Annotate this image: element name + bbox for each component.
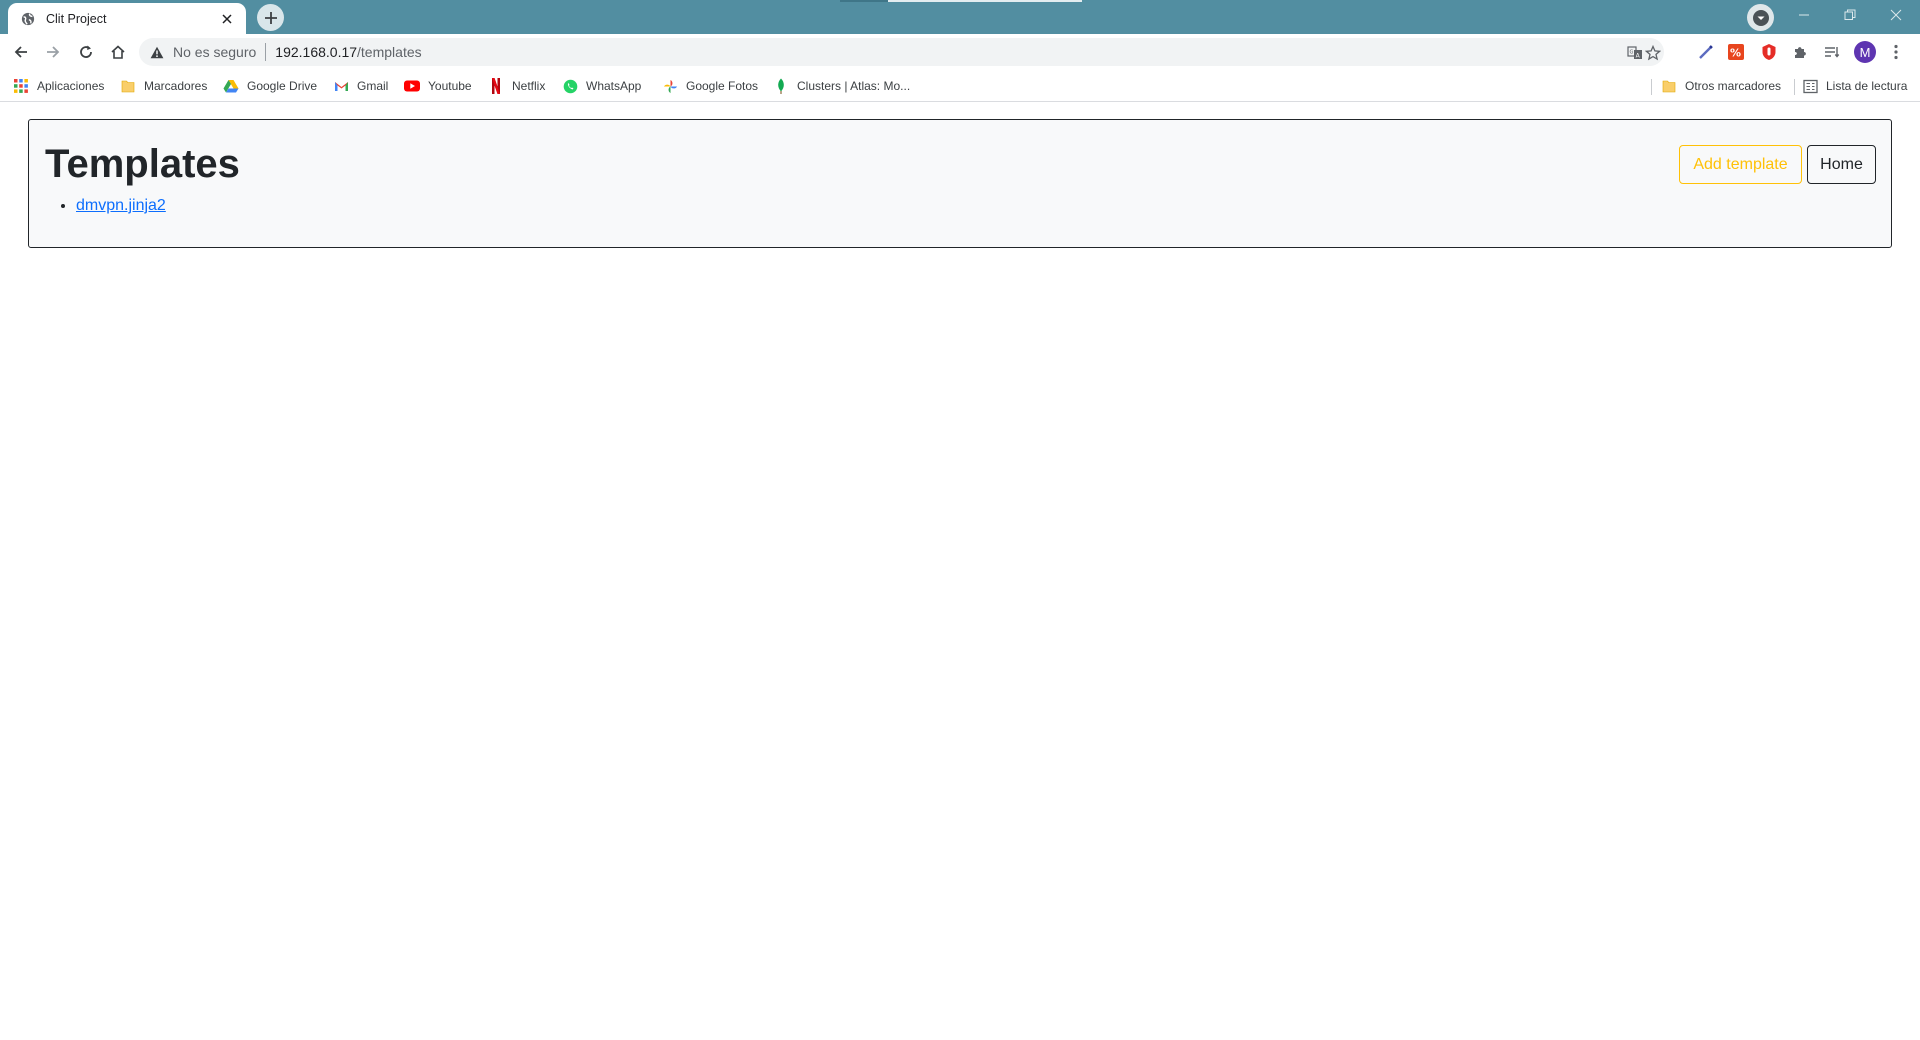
folder-icon [1661,78,1677,94]
minimize-button[interactable] [1781,0,1827,30]
forward-button[interactable] [38,37,68,67]
address-bar[interactable]: No es seguro 192.168.0.17/templates AG [139,38,1664,66]
bookmark-label: Gmail [357,79,389,93]
adblock-extension-icon[interactable] [1757,40,1781,64]
pen-extension-icon[interactable] [1694,40,1718,64]
warning-triangle-icon [150,46,164,58]
bookmark-google-drive[interactable]: Google Drive [223,75,317,97]
back-button[interactable] [6,37,36,67]
reading-list-icon [1802,78,1818,94]
bookmark-google-fotos[interactable]: Google Fotos [662,75,758,97]
mongodb-leaf-icon [773,78,789,94]
url-text[interactable]: 192.168.0.17/templates [275,44,421,60]
arrow-right-icon [47,46,60,58]
minimize-icon [1799,14,1809,16]
percent-extension-icon[interactable]: % [1724,40,1748,64]
close-icon [1890,9,1902,21]
reading-list-button[interactable]: Lista de lectura [1802,75,1907,97]
restore-button[interactable] [1827,0,1873,30]
plus-icon [264,11,277,24]
bookmarks-divider [1794,79,1795,95]
bookmark-whatsapp[interactable]: WhatsApp [562,75,641,97]
bookmark-gmail[interactable]: Gmail [333,75,388,97]
folder-icon [120,78,136,94]
bookmark-netflix[interactable]: Netflix [488,75,545,97]
bookmark-label: Google Drive [247,79,318,93]
chevron-down-circle-icon [1752,9,1769,26]
apps-grid-icon [13,78,29,94]
templates-list: dmvpn.jinja2 [60,194,166,218]
bookmark-label: WhatsApp [586,79,642,93]
close-window-button[interactable] [1873,0,1919,30]
security-chip[interactable]: No es seguro [150,41,256,63]
url-path: /templates [357,44,422,60]
bookmark-label: Lista de lectura [1826,79,1908,93]
tab-strip-indicator [888,0,1082,2]
search-tabs-button[interactable] [1747,4,1774,31]
tab-strip-indicator [840,0,888,2]
tab-strip: Clit Project [0,0,1920,34]
bookmark-youtube[interactable]: Youtube [404,75,472,97]
url-host: 192.168.0.17 [275,44,358,60]
whatsapp-icon [562,78,578,94]
google-photos-icon [662,78,678,94]
page-title: Templates [45,142,240,186]
bookmark-label: Otros marcadores [1685,79,1782,93]
globe-icon [20,11,36,27]
kebab-menu-icon[interactable] [1884,40,1908,64]
security-label: No es seguro [173,44,257,60]
bookmark-label: Clusters | Atlas: Mo... [797,79,911,93]
page-viewport: Templates dmvpn.jinja2 Add template Home [0,103,1920,1040]
star-bookmark-icon[interactable] [1643,43,1663,63]
bookmark-apps[interactable]: Aplicaciones [13,75,104,97]
list-item: dmvpn.jinja2 [76,194,166,218]
browser-toolbar: No es seguro 192.168.0.17/templates AG %… [0,34,1920,70]
gmail-icon [333,78,349,94]
add-template-button[interactable]: Add template [1679,145,1802,184]
reload-button[interactable] [71,37,101,67]
browser-tab-active[interactable]: Clit Project [8,3,246,34]
bookmark-label: Youtube [428,79,472,93]
bookmark-clusters-atlas[interactable]: Clusters | Atlas: Mo... [773,75,910,97]
bookmark-label: Google Fotos [686,79,759,93]
netflix-icon [488,78,504,94]
bookmarks-bar: Aplicaciones Marcadores Google Drive Gma… [0,70,1920,102]
youtube-icon [404,78,420,94]
bookmark-label: Marcadores [144,79,208,93]
svg-text:%: % [1730,47,1741,60]
omnibox-divider [265,43,267,61]
bookmark-otros-marcadores[interactable]: Otros marcadores [1661,75,1781,97]
profile-initial: M [1854,41,1876,63]
puzzle-extensions-icon[interactable] [1788,40,1812,64]
template-link[interactable]: dmvpn.jinja2 [76,197,166,214]
restore-icon [1844,9,1856,20]
new-tab-button[interactable] [257,4,284,31]
bookmark-marcadores[interactable]: Marcadores [120,75,207,97]
translate-icon[interactable]: AG [1625,43,1645,63]
reload-icon [80,45,92,58]
templates-card: Templates dmvpn.jinja2 Add template Home [28,119,1892,248]
svg-text:G: G [1630,50,1634,56]
bookmarks-divider [1651,79,1652,95]
avatar[interactable]: M [1853,40,1877,64]
bookmark-label: Aplicaciones [37,79,105,93]
reading-list-toolbar-icon[interactable] [1820,40,1844,64]
google-drive-icon [223,78,239,94]
arrow-left-icon [14,46,27,58]
home-button[interactable]: Home [1807,145,1876,184]
close-tab-icon[interactable] [218,10,236,28]
bookmark-label: Netflix [512,79,546,93]
tab-title: Clit Project [46,11,107,26]
home-browser-button[interactable] [103,37,133,67]
house-icon [111,45,125,59]
